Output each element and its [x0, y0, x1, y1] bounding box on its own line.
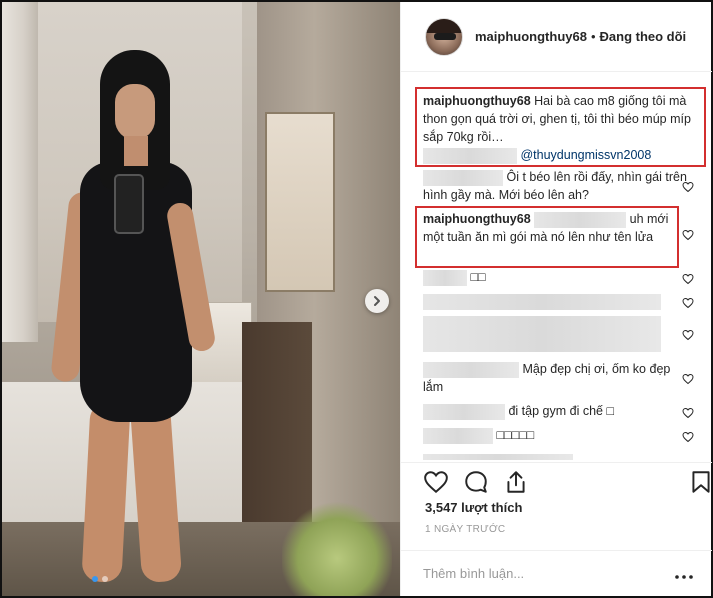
list-item [423, 316, 691, 352]
comment-mention[interactable]: @thuydungmissvn2008 [520, 148, 651, 162]
heart-icon [682, 297, 694, 309]
person-phone [114, 174, 144, 234]
like-comment-button[interactable] [682, 430, 694, 443]
post-header: maiphuongthuy68 • Đang theo dõi [401, 2, 712, 72]
heart-icon [682, 229, 694, 241]
like-comment-button[interactable] [682, 228, 694, 241]
follow-status-button[interactable]: Đang theo dõi [600, 29, 687, 44]
blurred-comment [423, 453, 573, 460]
person-face [115, 84, 155, 140]
like-comment-button[interactable] [682, 296, 694, 309]
list-item: □□ [423, 268, 691, 286]
share-icon [507, 471, 525, 493]
blurred-username [423, 361, 519, 378]
list-item: đi tập gym đi chế □ [423, 402, 691, 420]
avatar-glasses [434, 32, 456, 40]
avatar-hair [426, 18, 462, 33]
more-options-button[interactable] [674, 569, 694, 579]
comment-input[interactable]: Thêm bình luận... [423, 566, 524, 581]
like-comment-button[interactable] [682, 272, 694, 285]
comment-button[interactable] [463, 469, 489, 495]
carousel-dot-1 [92, 576, 98, 582]
bookmark-icon [692, 471, 710, 493]
post-actions [401, 462, 712, 502]
like-count[interactable]: 3,547 lượt thích [425, 500, 522, 515]
blurred-comment [423, 316, 661, 352]
photo-plant [282, 502, 392, 596]
heart-icon [682, 181, 694, 193]
heart-icon [682, 273, 694, 285]
blurred-username [423, 169, 503, 186]
blurred-username [423, 427, 493, 444]
heart-icon [682, 329, 694, 341]
like-comment-button[interactable] [682, 406, 694, 419]
photo-curtain [2, 2, 38, 342]
list-item: Mập đẹp chị ơi, ốm ko đẹp lắm [423, 360, 673, 396]
post-timestamp[interactable]: 1 NGÀY TRƯỚC [425, 524, 505, 535]
like-comment-button[interactable] [682, 328, 694, 341]
list-item [423, 452, 691, 460]
comment-username[interactable]: maiphuongthuy68 [423, 94, 531, 108]
heart-icon [682, 407, 694, 419]
list-item [423, 292, 691, 310]
person-neck [124, 136, 148, 166]
photo-wall-art [265, 112, 335, 292]
header-separator: • [590, 29, 596, 44]
like-comment-button[interactable] [682, 372, 694, 385]
comment-icon [465, 471, 487, 493]
like-button[interactable] [423, 469, 449, 495]
post-side-panel: maiphuongthuy68 • Đang theo dõi maiphuon… [400, 2, 712, 596]
share-button[interactable] [503, 469, 529, 495]
add-comment-bar: Thêm bình luận... [401, 550, 712, 596]
post-photo[interactable] [2, 2, 400, 596]
blurred-username [423, 403, 505, 420]
blurred-username [423, 269, 467, 286]
list-item: maiphuongthuy68 Hai bà cao m8 giống tôi … [423, 92, 691, 164]
heart-icon [682, 431, 694, 443]
comment-text: đi tập gym đi chế □ [508, 404, 615, 418]
comments-list: maiphuongthuy68 Hai bà cao m8 giống tôi … [401, 72, 712, 462]
comment-text-prefix: uh [629, 212, 644, 226]
heart-icon [682, 373, 694, 385]
list-item: Ôi t béo lên rồi đấy, nhìn gái trên hình… [423, 168, 691, 204]
save-button[interactable] [688, 469, 713, 495]
list-item: maiphuongthuy68 uh mới một tuần ăn mì gó… [423, 210, 673, 246]
comment-text: □□□□□ [496, 428, 535, 442]
blurred-username [534, 211, 627, 228]
more-icon [675, 574, 693, 579]
carousel-next-button[interactable] [365, 289, 389, 313]
avatar[interactable] [425, 17, 463, 56]
comment-username[interactable]: maiphuongthuy68 [423, 212, 531, 226]
like-comment-button[interactable] [682, 180, 694, 193]
heart-icon [424, 471, 448, 494]
carousel-dot-2 [102, 576, 108, 582]
chevron-right-icon [374, 296, 380, 306]
blurred-username [423, 147, 517, 164]
carousel-indicator [92, 576, 108, 582]
header-username[interactable]: maiphuongthuy68 [475, 29, 587, 44]
comment-text: □□ [470, 270, 486, 284]
blurred-comment [423, 293, 661, 310]
list-item: □□□□□ [423, 426, 691, 444]
